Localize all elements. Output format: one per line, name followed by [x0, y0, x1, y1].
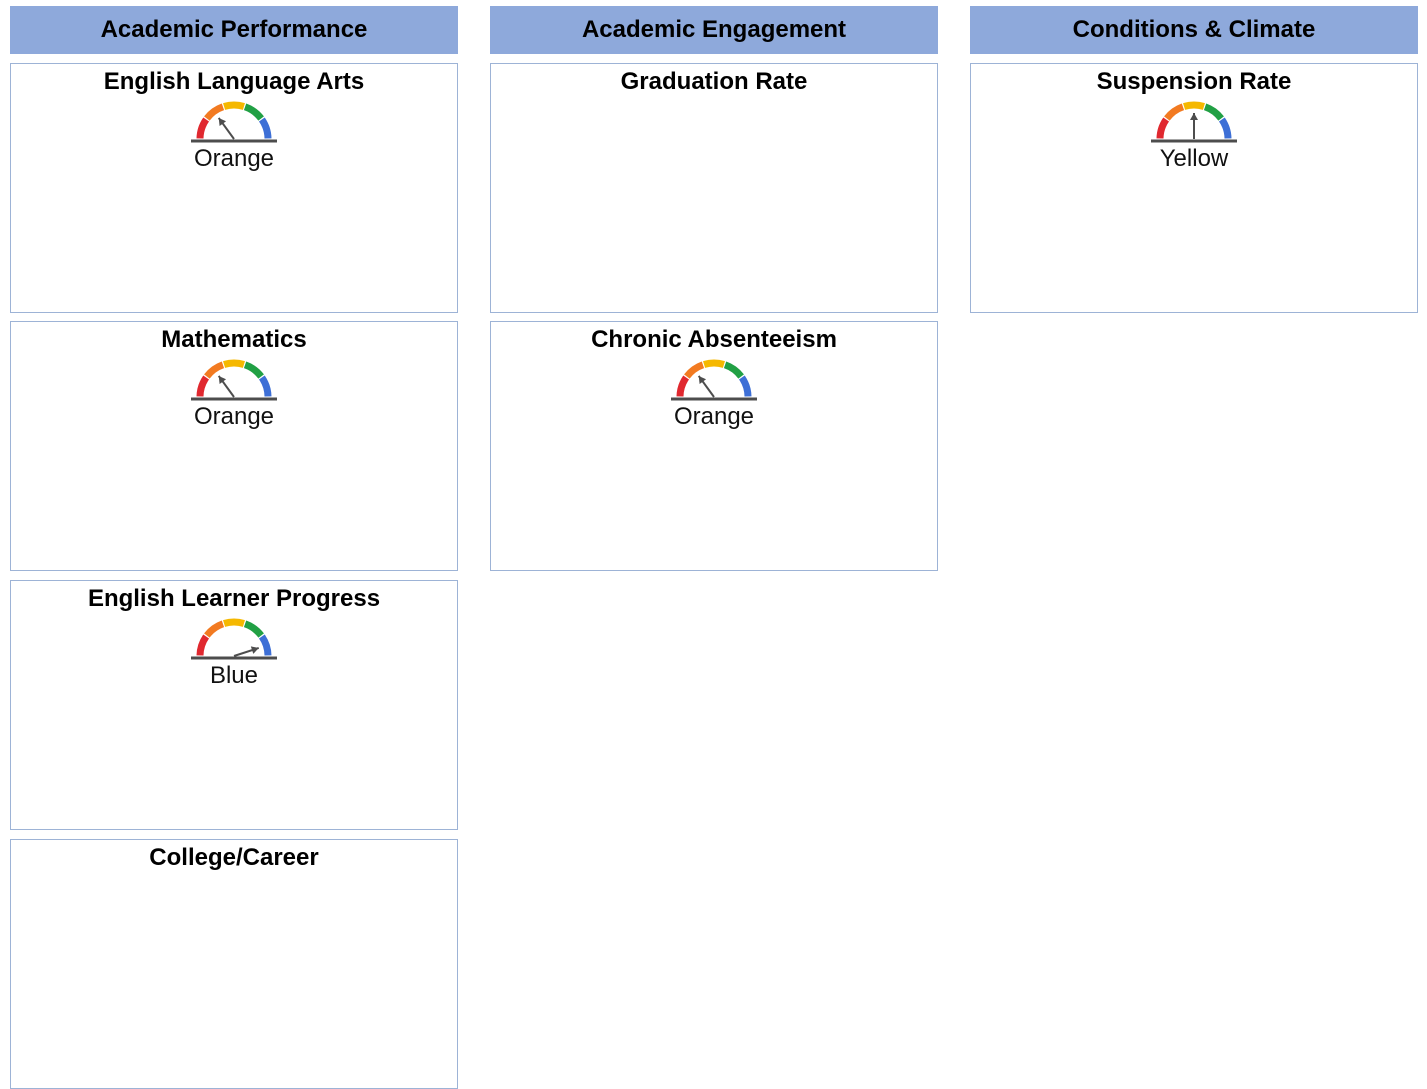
indicator-card-suspension-rate[interactable]: Suspension Rate Yellow	[970, 63, 1418, 313]
gauge-segment	[204, 620, 225, 638]
card-title: English Learner Progress	[87, 585, 381, 612]
gauge-segment	[258, 634, 272, 656]
status-label: Orange	[193, 403, 275, 430]
indicator-card-graduation-rate[interactable]: Graduation Rate	[490, 63, 938, 313]
column-academic-performance: Academic Performance English Language Ar…	[10, 6, 458, 1089]
gauge-segment	[223, 618, 245, 627]
gauge-needle-head	[1190, 113, 1198, 120]
card-title: Chronic Absenteeism	[591, 326, 837, 353]
gauge-segment	[258, 375, 272, 397]
column-academic-engagement: Academic Engagement Graduation Rate Chro…	[490, 6, 938, 571]
card-title: Mathematics	[161, 326, 307, 353]
gauge-icon	[671, 359, 757, 401]
gauge-segment	[196, 117, 210, 139]
status-label: Orange	[193, 145, 275, 172]
gauge-segment	[204, 103, 225, 121]
gauge-segment	[703, 359, 725, 368]
gauge-segment	[258, 117, 272, 139]
gauge-segment	[223, 359, 245, 368]
gauge-needle-head	[698, 375, 707, 384]
gauge-needle-head	[218, 375, 227, 384]
gauge-segment	[1203, 103, 1224, 121]
gauge-icon	[191, 101, 277, 143]
gauge-segment	[738, 375, 752, 397]
gauge-segment	[684, 361, 705, 379]
card-title: Suspension Rate	[1096, 68, 1292, 95]
gauge-needle-head	[218, 117, 227, 126]
column-header: Academic Engagement	[490, 6, 938, 54]
indicator-card-english-language-arts[interactable]: English Language Arts Orange	[10, 63, 458, 313]
gauge-segment	[204, 361, 225, 379]
status-label: Blue	[209, 662, 259, 689]
gauge-icon	[1151, 101, 1237, 143]
gauge-segment	[1183, 101, 1205, 110]
status-label: Yellow	[1159, 145, 1229, 172]
gauge-segment	[243, 620, 264, 638]
gauge-segment	[243, 103, 264, 121]
column-conditions-climate: Conditions & Climate Suspension Rate Yel…	[970, 6, 1418, 313]
indicator-card-mathematics[interactable]: Mathematics Orange	[10, 321, 458, 571]
status-label: Orange	[673, 403, 755, 430]
indicator-card-chronic-absenteeism[interactable]: Chronic Absenteeism Orange	[490, 321, 938, 571]
gauge-segment	[196, 375, 210, 397]
gauge-segment	[1156, 117, 1170, 139]
indicator-card-college-career[interactable]: College/Career	[10, 839, 458, 1089]
indicator-card-english-learner-progress[interactable]: English Learner Progress Blue	[10, 580, 458, 830]
gauge-segment	[196, 634, 210, 656]
card-title: English Language Arts	[103, 68, 365, 95]
gauge-segment	[1218, 117, 1232, 139]
column-header: Academic Performance	[10, 6, 458, 54]
gauge-icon	[191, 618, 277, 660]
card-title: College/Career	[149, 844, 319, 871]
card-title: Graduation Rate	[620, 68, 808, 95]
gauge-segment	[223, 101, 245, 110]
column-header: Conditions & Climate	[970, 6, 1418, 54]
gauge-icon	[191, 359, 277, 401]
gauge-segment	[243, 361, 264, 379]
gauge-segment	[1164, 103, 1185, 121]
gauge-segment	[676, 375, 690, 397]
gauge-segment	[723, 361, 744, 379]
